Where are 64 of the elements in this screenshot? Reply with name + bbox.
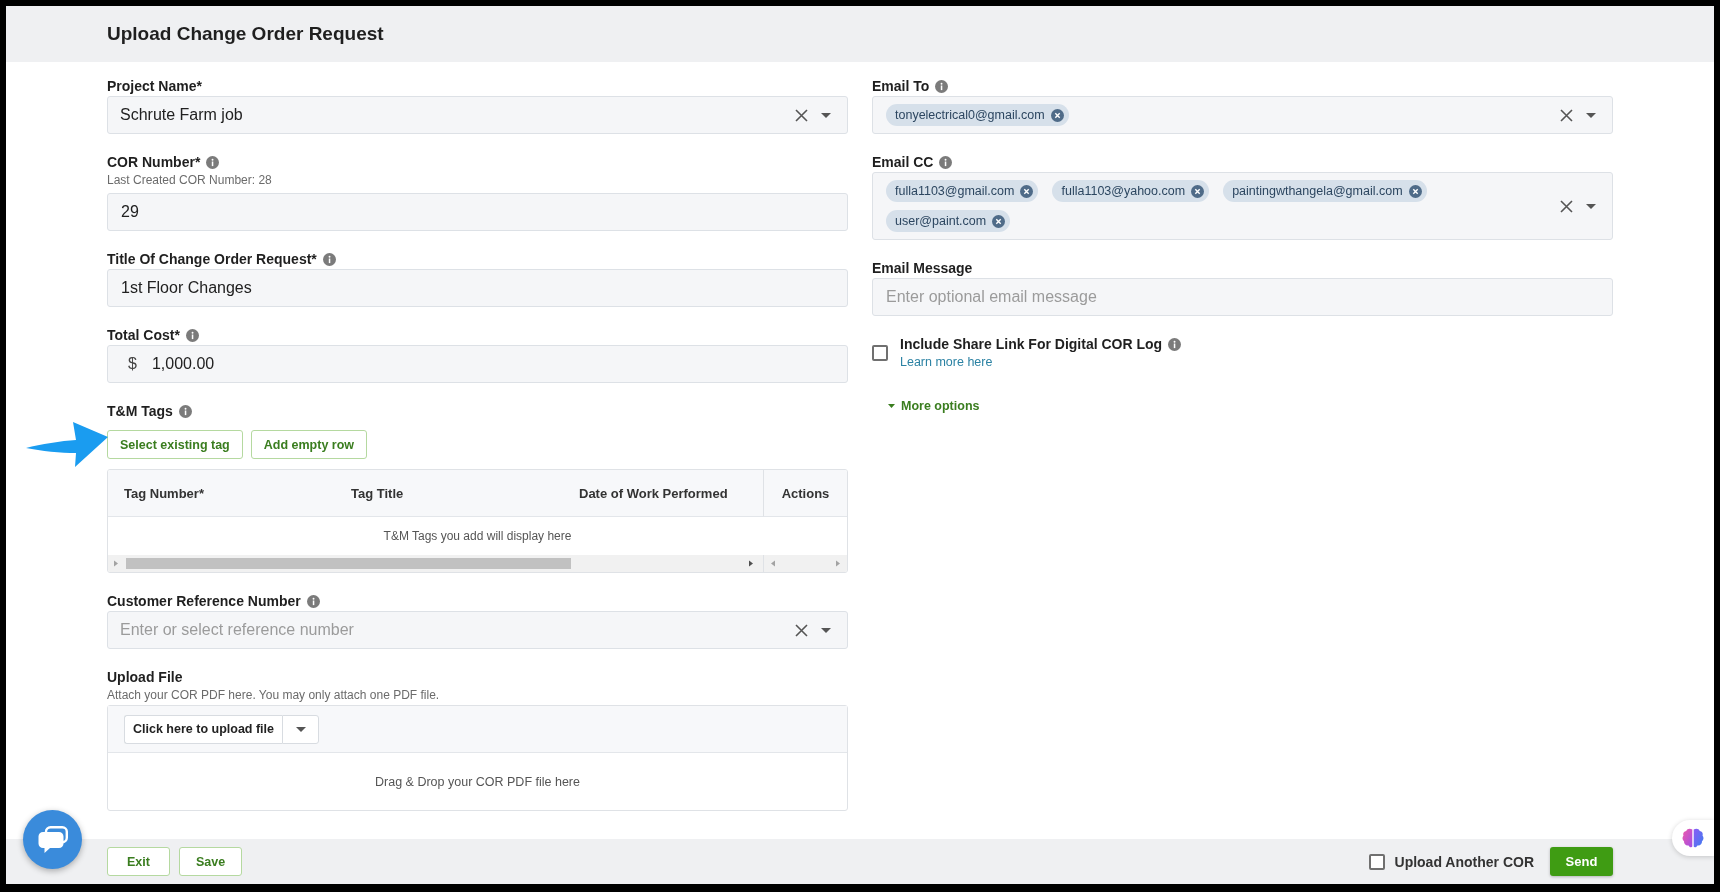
field-label: Include Share Link For Digital COR Log [900, 336, 1163, 352]
more-options-button[interactable]: More options [888, 397, 980, 415]
field-hint: Last Created COR Number: 28 [107, 172, 272, 188]
dropdown-toggle-button[interactable] [282, 714, 319, 744]
chip-label: paintingwthangela@gmail.com [1232, 184, 1403, 198]
currency-field[interactable]: $ 1,000.00 [107, 345, 848, 383]
caret-down-icon[interactable] [1586, 203, 1596, 209]
field-label: Title Of Change Order Request* [107, 251, 317, 267]
horizontal-scrollbar[interactable] [108, 555, 763, 572]
chip-label: fulla1103@gmail.com [895, 184, 1015, 198]
chip-remove-icon[interactable] [1050, 108, 1064, 122]
learn-more-link[interactable]: Learn more here [900, 354, 993, 370]
page-title: Upload Change Order Request [107, 23, 384, 45]
field-hint: Attach your COR PDF here. You may only attach one PDF file. [107, 687, 440, 703]
recipient-field[interactable]: fulla1103@gmail.com fulla1103@yahoo.com paintingwthangela@gmail.com user@paint.com [872, 172, 1613, 240]
column-header: Tag Number* [124, 485, 204, 501]
assistant-button[interactable] [1672, 820, 1714, 856]
chip-remove-icon[interactable] [1020, 184, 1034, 198]
field-label: Upload File [107, 669, 183, 685]
column-header: Tag Title [351, 485, 404, 501]
field-label: COR Number* [107, 154, 201, 170]
caret-down-icon[interactable] [1586, 112, 1596, 118]
horizontal-scrollbar[interactable] [764, 555, 847, 572]
chip-label: tonyelectrical0@gmail.com [895, 108, 1045, 122]
select-tag-button[interactable]: Select existing tag [107, 430, 243, 459]
chip-remove-icon[interactable] [1191, 184, 1205, 198]
checkbox[interactable] [872, 344, 888, 361]
column-header: Actions [781, 485, 830, 501]
clear-icon[interactable] [1560, 108, 1573, 122]
chip-label: user@paint.com [895, 214, 987, 228]
checkbox-label: Upload Another COR [1394, 853, 1534, 870]
field-label: T&M Tags [107, 403, 173, 419]
field-label: Total Cost* [107, 327, 180, 343]
send-button[interactable]: Send [1550, 847, 1613, 876]
caret-down-icon[interactable] [821, 627, 831, 633]
chip-label: fulla1103@yahoo.com [1061, 184, 1186, 198]
chip-remove-icon[interactable] [992, 214, 1006, 228]
pointer-arrow-icon [26, 420, 108, 468]
add-row-button[interactable]: Add empty row [250, 430, 368, 459]
upload-file-button[interactable]: Click here to upload file [124, 714, 282, 744]
clear-icon[interactable] [795, 108, 808, 122]
checkbox[interactable] [1368, 853, 1385, 870]
brain-icon [1682, 828, 1704, 848]
caret-down-icon [888, 404, 895, 408]
chat-icon [37, 825, 68, 854]
field-label: Email To [872, 78, 930, 94]
save-button[interactable]: Save [179, 847, 242, 876]
caret-down-icon[interactable] [295, 726, 306, 732]
field-label: Customer Reference Number [107, 593, 301, 609]
text-field[interactable]: 1st Floor Changes [107, 269, 848, 307]
drop-zone-text: Drag & Drop your COR PDF file here [375, 774, 580, 789]
empty-table-message: T&M Tags you add will display here [383, 529, 572, 543]
exit-button[interactable]: Exit [107, 847, 170, 876]
column-header: Date of Work Performed [579, 485, 728, 501]
clear-icon[interactable] [795, 623, 808, 637]
field-label: Email CC [872, 154, 934, 170]
chip-remove-icon[interactable] [1408, 184, 1422, 198]
text-field[interactable]: 29 [107, 193, 848, 231]
field-label: Project Name* [107, 78, 202, 94]
recipient-field[interactable]: tonyelectrical0@gmail.com [872, 96, 1613, 134]
caret-down-icon[interactable] [821, 112, 831, 118]
select-field[interactable]: Schrute Farm job [107, 96, 848, 134]
clear-icon[interactable] [1560, 199, 1573, 213]
field-label: Email Message [872, 260, 973, 276]
